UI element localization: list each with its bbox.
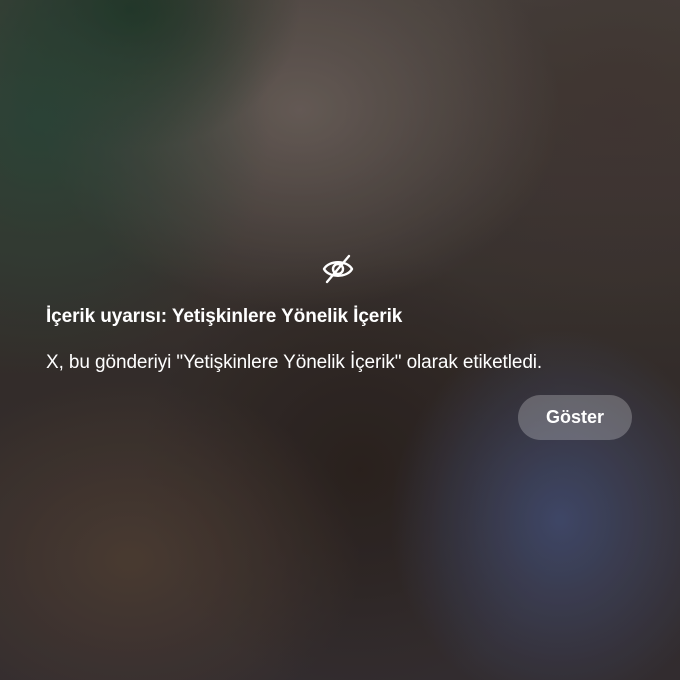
eye-slash-icon bbox=[320, 253, 356, 285]
content-warning: İçerik uyarısı: Yetişkinlere Yönelik İçe… bbox=[0, 0, 680, 680]
warning-title: İçerik uyarısı: Yetişkinlere Yönelik İçe… bbox=[46, 306, 403, 327]
warning-description: X, bu gönderiyi "Yetişkinlere Yönelik İç… bbox=[46, 352, 543, 373]
show-button[interactable]: Göster bbox=[518, 395, 632, 440]
